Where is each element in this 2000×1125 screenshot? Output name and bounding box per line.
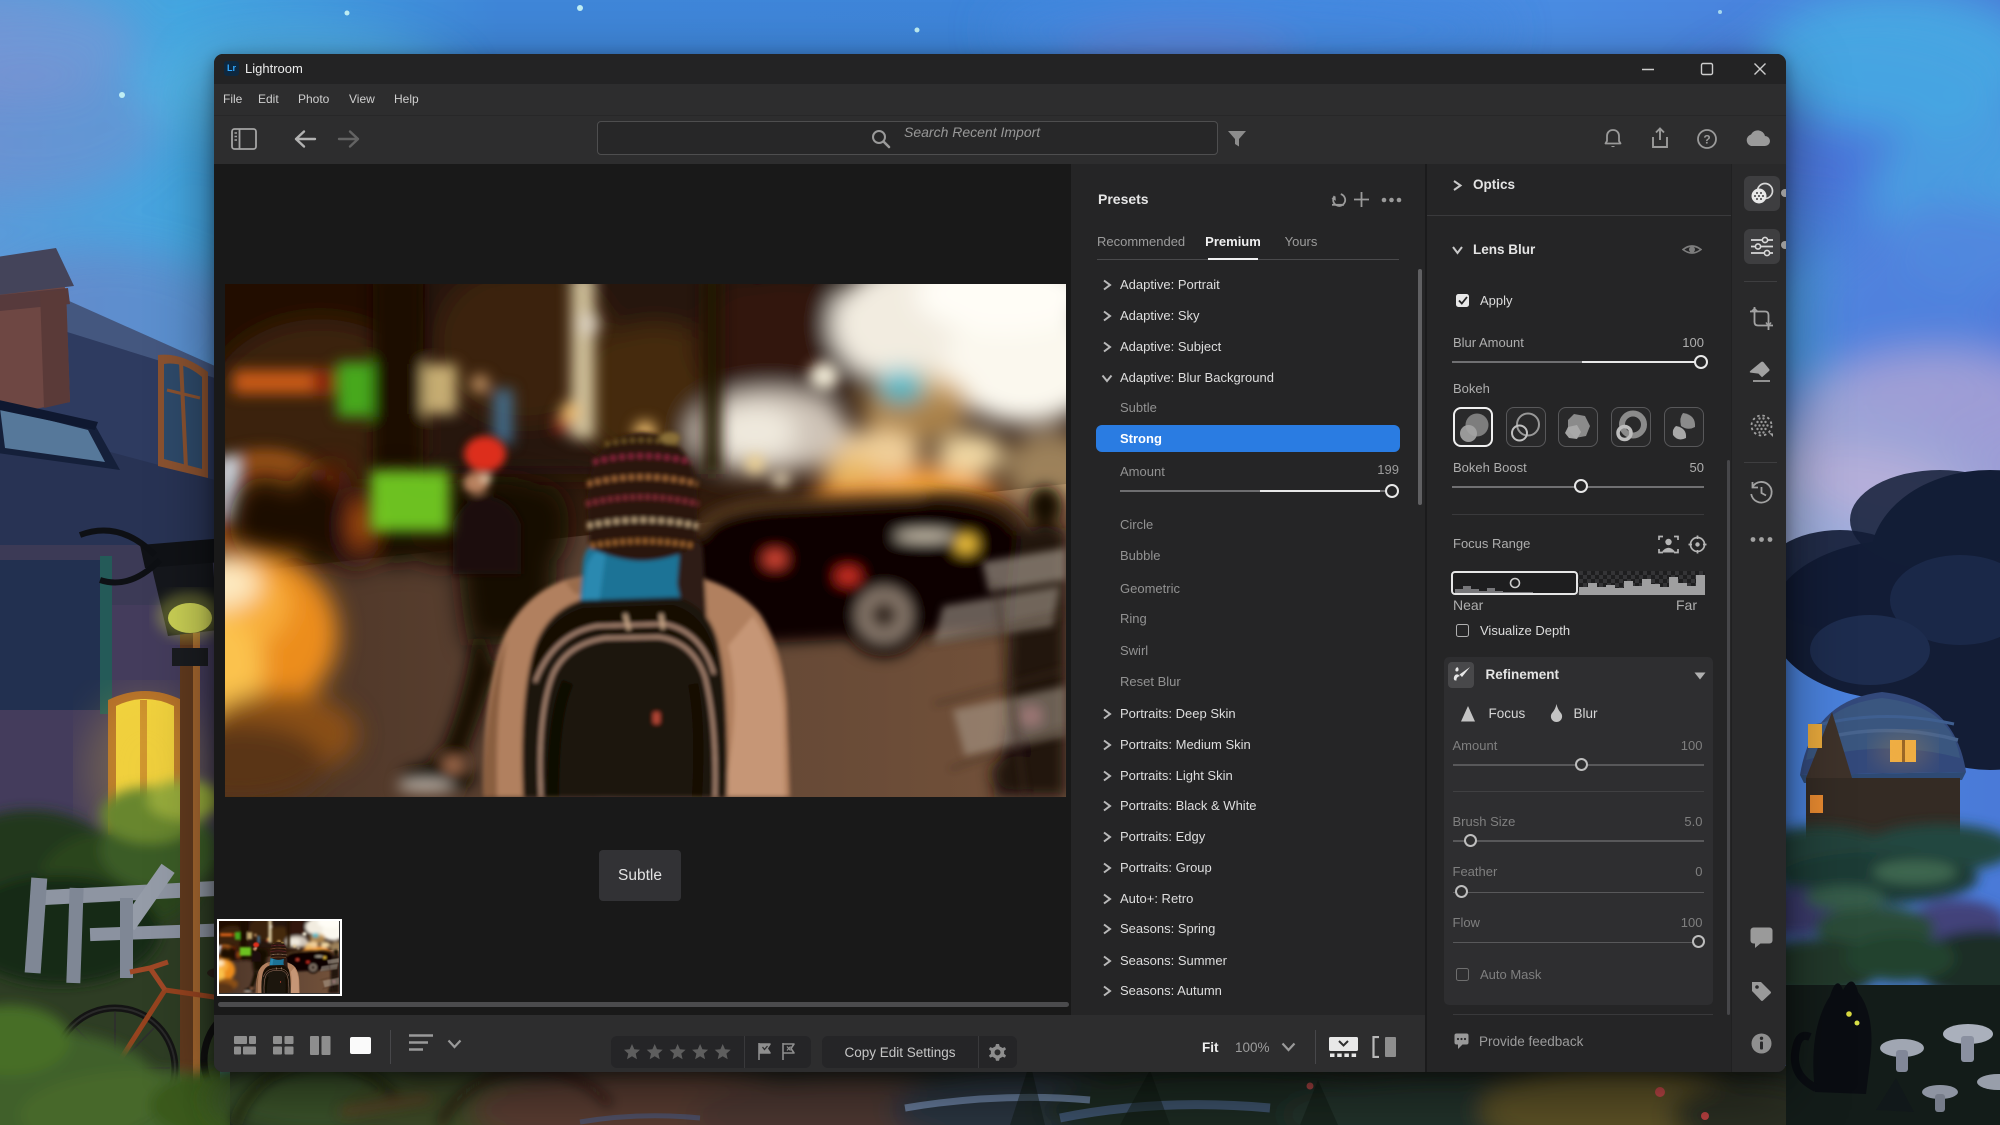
svg-text:?: ? — [1703, 133, 1710, 147]
